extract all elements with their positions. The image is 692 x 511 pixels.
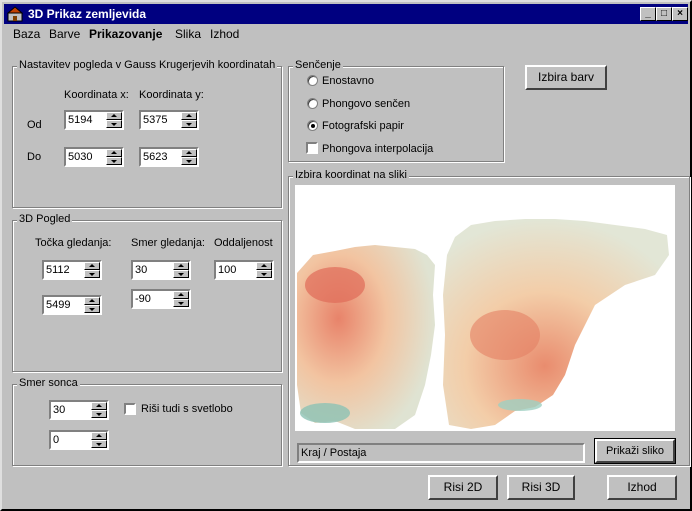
- to-label: Do: [27, 151, 42, 163]
- spin-up-icon[interactable]: [91, 402, 107, 410]
- radio-phongovo[interactable]: [307, 98, 318, 109]
- show-image-button[interactable]: Prikaži sliko: [594, 438, 676, 464]
- menu-barve[interactable]: Barve: [49, 27, 80, 41]
- spin-down-icon[interactable]: [84, 270, 100, 278]
- sun-angle-2-spinner[interactable]: 0: [49, 430, 109, 450]
- smer-1-spinner[interactable]: 30: [131, 260, 191, 280]
- maximize-button[interactable]: □: [656, 7, 672, 21]
- menu-baza[interactable]: Baza: [13, 27, 40, 41]
- spin-up-icon[interactable]: [173, 262, 189, 270]
- spin-up-icon[interactable]: [181, 149, 197, 157]
- spin-up-icon[interactable]: [106, 112, 122, 120]
- phong-interpolation-label: Phongova interpolacija: [322, 143, 434, 155]
- terrain-ridge-right: [470, 310, 540, 360]
- view-coordinates-group: Nastavitev pogleda v Gauss Krugerjevih k…: [12, 59, 282, 208]
- spin-up-icon[interactable]: [106, 149, 122, 157]
- phong-interpolation-checkbox[interactable]: [306, 142, 318, 154]
- location-field[interactable]: Kraj / Postaja: [297, 443, 585, 463]
- minimize-icon: _: [645, 8, 651, 19]
- maximize-icon: □: [660, 8, 668, 19]
- terrain-map: [297, 219, 669, 429]
- close-button[interactable]: ×: [672, 7, 688, 21]
- spin-down-icon[interactable]: [106, 120, 122, 128]
- to-x-spinner[interactable]: 5030: [64, 147, 124, 167]
- spin-down-icon[interactable]: [181, 157, 197, 165]
- spin-down-icon[interactable]: [84, 305, 100, 313]
- from-y-spinner[interactable]: 5375: [139, 110, 199, 130]
- sun-direction-title: Smer sonca: [17, 377, 80, 389]
- app-window: 3D Prikaz zemljevida _ □ × Baza Barve Pr…: [0, 0, 692, 511]
- view-group-title: Nastavitev pogleda v Gauss Krugerjevih k…: [17, 59, 278, 71]
- close-icon: ×: [677, 8, 683, 19]
- light-checkbox[interactable]: [124, 403, 136, 415]
- terrain-ridge-left: [305, 267, 365, 303]
- smer-2-spinner[interactable]: -90: [131, 289, 191, 309]
- spin-up-icon[interactable]: [91, 432, 107, 440]
- from-label: Od: [27, 119, 42, 131]
- spin-up-icon[interactable]: [84, 297, 100, 305]
- shading-group: Senčenje Enostavno Phongovo senčen Fotog…: [288, 59, 504, 162]
- spin-down-icon[interactable]: [91, 410, 107, 418]
- 3d-view-title: 3D Pogled: [17, 213, 73, 225]
- shading-title: Senčenje: [293, 59, 343, 71]
- menu-prikazovanje[interactable]: Prikazovanje: [89, 27, 162, 41]
- terrain-valley-right: [498, 399, 542, 411]
- spin-down-icon[interactable]: [181, 120, 197, 128]
- app-icon: [7, 6, 23, 22]
- spin-down-icon[interactable]: [256, 270, 272, 278]
- spin-down-icon[interactable]: [106, 157, 122, 165]
- terrain-valley-left: [300, 403, 350, 423]
- title-bar: 3D Prikaz zemljevida _ □ ×: [4, 4, 688, 24]
- tocka-x-spinner[interactable]: 5112: [42, 260, 102, 280]
- coord-x-label: Koordinata x:: [64, 89, 129, 101]
- tocka-label: Točka gledanja:: [35, 237, 112, 249]
- window-title: 3D Prikaz zemljevida: [28, 7, 147, 21]
- spin-down-icon[interactable]: [91, 440, 107, 448]
- menu-izhod[interactable]: Izhod: [210, 27, 239, 41]
- menu-bar: Baza Barve Prikazovanje Slika Izhod: [4, 24, 688, 44]
- to-y-spinner[interactable]: 5623: [139, 147, 199, 167]
- izhod-button[interactable]: Izhod: [607, 475, 677, 500]
- oddaljenost-spinner[interactable]: 100: [214, 260, 274, 280]
- 3d-view-group: 3D Pogled Točka gledanja: Smer gledanja:…: [12, 213, 282, 372]
- radio-phongovo-label: Phongovo senčen: [322, 98, 411, 110]
- spin-up-icon[interactable]: [173, 291, 189, 299]
- risi-2d-button[interactable]: Risi 2D: [428, 475, 498, 500]
- image-select-group: Izbira koordinat na sliki Kraj / Postaja…: [288, 169, 690, 466]
- spin-up-icon[interactable]: [181, 112, 197, 120]
- sun-angle-1-spinner[interactable]: 30: [49, 400, 109, 420]
- minimize-button[interactable]: _: [640, 7, 656, 21]
- tocka-y-spinner[interactable]: 5499: [42, 295, 102, 315]
- coord-y-label: Koordinata y:: [139, 89, 204, 101]
- radio-fotografski-label: Fotografski papir: [322, 120, 404, 132]
- radio-enostavno[interactable]: [307, 75, 318, 86]
- radio-fotografski[interactable]: [307, 120, 318, 131]
- image-select-title: Izbira koordinat na sliki: [293, 169, 409, 181]
- spin-down-icon[interactable]: [173, 270, 189, 278]
- menu-slika[interactable]: Slika: [175, 27, 201, 41]
- light-checkbox-label: Riši tudi s svetlobo: [141, 403, 233, 415]
- oddaljenost-label: Oddaljenost: [214, 237, 273, 249]
- spin-up-icon[interactable]: [84, 262, 100, 270]
- spin-down-icon[interactable]: [173, 299, 189, 307]
- from-x-spinner[interactable]: 5194: [64, 110, 124, 130]
- risi-3d-button[interactable]: Risi 3D: [507, 475, 575, 500]
- radio-enostavno-label: Enostavno: [322, 75, 374, 87]
- izbira-barv-button[interactable]: Izbira barv: [525, 65, 607, 90]
- sun-direction-group: Smer sonca 30 0 Riši tudi s svetlobo: [12, 377, 282, 466]
- smer-label: Smer gledanja:: [131, 237, 205, 249]
- map-image[interactable]: [295, 185, 675, 431]
- spin-up-icon[interactable]: [256, 262, 272, 270]
